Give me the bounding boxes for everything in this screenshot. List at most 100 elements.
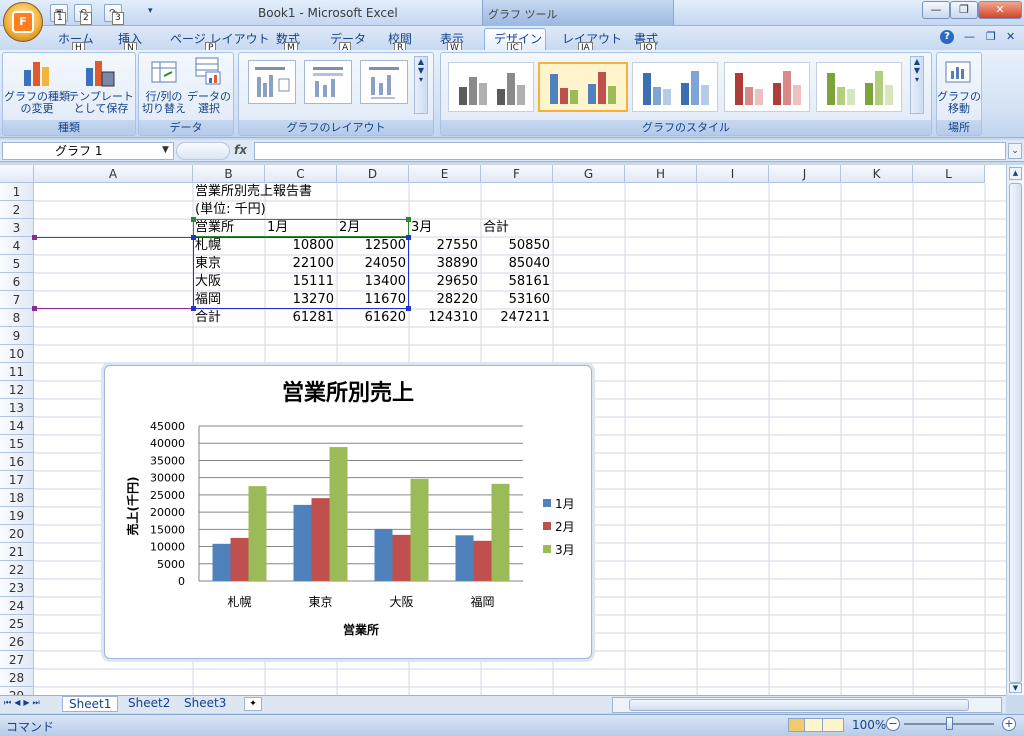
office-button[interactable]: F	[3, 2, 43, 42]
embedded-chart[interactable]: 営業所別売上 0 5000 10000 15000 20000 25000 30000 3500…	[104, 365, 592, 659]
column-header-H[interactable]: H	[625, 165, 697, 183]
range-handle[interactable]	[406, 235, 411, 240]
column-header-J[interactable]: J	[769, 165, 841, 183]
row-header-5[interactable]: 5	[0, 255, 34, 273]
row-header-14[interactable]: 14	[0, 417, 34, 435]
column-header-E[interactable]: E	[409, 165, 481, 183]
expand-formula-bar-icon[interactable]: ⌄	[1008, 143, 1022, 159]
style-2-thumb-selected[interactable]	[538, 62, 628, 112]
scroll-down-icon[interactable]: ▼	[1009, 683, 1022, 693]
range-handle[interactable]	[32, 306, 37, 311]
normal-view-icon[interactable]	[789, 719, 805, 731]
select-data-button[interactable]: データの 選択	[186, 91, 232, 115]
cell-A2[interactable]: (単位: 千円)	[195, 201, 266, 219]
row-header-8[interactable]: 8	[0, 309, 34, 327]
layout-gallery-scroll[interactable]: ▲ ▼ ▾	[414, 56, 428, 114]
zoom-in-icon[interactable]: +	[1002, 717, 1016, 731]
column-header-L[interactable]: L	[913, 165, 985, 183]
layout-3-thumb[interactable]	[360, 60, 408, 104]
row-header-29[interactable]: 29	[0, 687, 34, 695]
row-header-10[interactable]: 10	[0, 345, 34, 363]
style-gallery-scroll[interactable]: ▲ ▼ ▾	[910, 56, 924, 114]
sheet-tab-3[interactable]: Sheet3	[178, 696, 232, 712]
cell-D6[interactable]: 29650	[411, 273, 481, 291]
close-button[interactable]: ✕	[978, 1, 1022, 19]
row-header-20[interactable]: 20	[0, 525, 34, 543]
column-header-I[interactable]: I	[697, 165, 769, 183]
worksheet-grid[interactable]: ABCDEFGHIJKL 1 2 3 4 5 6 7 8 9 10 11 12 13 14 15 16 17 18…	[0, 165, 1006, 695]
sheet-tab-2[interactable]: Sheet2	[122, 696, 176, 712]
row-header-7[interactable]: 7	[0, 291, 34, 309]
page-layout-view-icon[interactable]	[805, 719, 823, 731]
minimize-button[interactable]: —	[922, 1, 950, 19]
cell-C8[interactable]: 61620	[339, 309, 409, 327]
row-header-28[interactable]: 28	[0, 669, 34, 687]
column-header-F[interactable]: F	[481, 165, 553, 183]
cell-E6[interactable]: 58161	[483, 273, 553, 291]
cell-D4[interactable]: 27550	[411, 237, 481, 255]
range-handle[interactable]	[191, 306, 196, 311]
row-header-27[interactable]: 27	[0, 651, 34, 669]
name-box[interactable]: グラフ 1	[2, 142, 174, 160]
zoom-out-icon[interactable]: −	[886, 717, 900, 731]
style-1-thumb[interactable]	[448, 62, 534, 112]
row-header-13[interactable]: 13	[0, 399, 34, 417]
row-header-19[interactable]: 19	[0, 507, 34, 525]
cell-D7[interactable]: 28220	[411, 291, 481, 309]
range-handle[interactable]	[32, 235, 37, 240]
cell-B8[interactable]: 61281	[267, 309, 337, 327]
cell-E3[interactable]: 合計	[483, 219, 553, 237]
zoom-level[interactable]: 100%	[852, 718, 886, 732]
hscroll-thumb[interactable]	[629, 699, 969, 711]
sheet-nav-icons[interactable]: ⏮◀▶⏭	[4, 698, 43, 708]
column-header-B[interactable]: B	[193, 165, 265, 183]
row-header-18[interactable]: 18	[0, 489, 34, 507]
select-all-corner[interactable]	[0, 165, 34, 183]
cell-D8[interactable]: 124310	[411, 309, 481, 327]
wb-minimize-icon[interactable]: —	[964, 30, 975, 43]
vertical-scrollbar[interactable]: ▲ ▼	[1006, 165, 1024, 695]
scroll-up-icon[interactable]: ▲	[1009, 167, 1022, 180]
cell-E4[interactable]: 50850	[483, 237, 553, 255]
switch-row-column-button[interactable]: 行/列の 切り替え	[140, 91, 188, 115]
wb-restore-icon[interactable]: ❐	[986, 30, 996, 43]
style-5-thumb[interactable]	[816, 62, 902, 112]
row-header-11[interactable]: 11	[0, 363, 34, 381]
name-box-dropdown-icon[interactable]: ▼	[162, 145, 169, 155]
column-header-G[interactable]: G	[553, 165, 625, 183]
change-chart-type-button[interactable]: グラフの種類 の変更	[4, 91, 70, 115]
cell-A1[interactable]: 営業所別売上報告書	[195, 183, 312, 201]
row-header-25[interactable]: 25	[0, 615, 34, 633]
horizontal-scrollbar[interactable]	[612, 697, 1002, 713]
insert-function-icon[interactable]: fx	[234, 143, 247, 157]
formula-input[interactable]	[254, 142, 1006, 160]
row-header-26[interactable]: 26	[0, 633, 34, 651]
cell-A8[interactable]: 合計	[195, 309, 265, 327]
style-4-thumb[interactable]	[724, 62, 810, 112]
cell-D5[interactable]: 38890	[411, 255, 481, 273]
view-buttons[interactable]	[788, 718, 844, 732]
column-header-C[interactable]: C	[265, 165, 337, 183]
qat-customize-icon[interactable]: ▾	[148, 6, 153, 16]
formula-bar-splitter[interactable]	[176, 142, 230, 160]
cell-E8[interactable]: 247211	[483, 309, 553, 327]
row-header-16[interactable]: 16	[0, 453, 34, 471]
row-header-22[interactable]: 22	[0, 561, 34, 579]
vscroll-thumb[interactable]	[1009, 183, 1022, 683]
row-header-17[interactable]: 17	[0, 471, 34, 489]
range-handle[interactable]	[191, 235, 196, 240]
move-chart-button[interactable]: グラフの 移動	[936, 91, 982, 115]
layout-1-thumb[interactable]	[248, 60, 296, 104]
cell-E7[interactable]: 53160	[483, 291, 553, 309]
save-as-template-button[interactable]: テンプレート として保存	[68, 91, 134, 115]
row-header-9[interactable]: 9	[0, 327, 34, 345]
range-handle[interactable]	[406, 217, 411, 222]
column-header-A[interactable]: A	[34, 165, 193, 183]
tab-3[interactable]: ページ レイアウト	[170, 30, 270, 47]
cell-D3[interactable]: 3月	[411, 219, 481, 237]
zoom-slider-thumb[interactable]	[946, 717, 953, 730]
row-header-15[interactable]: 15	[0, 435, 34, 453]
page-break-view-icon[interactable]	[823, 719, 841, 731]
help-icon[interactable]: ?	[940, 30, 954, 44]
row-header-24[interactable]: 24	[0, 597, 34, 615]
